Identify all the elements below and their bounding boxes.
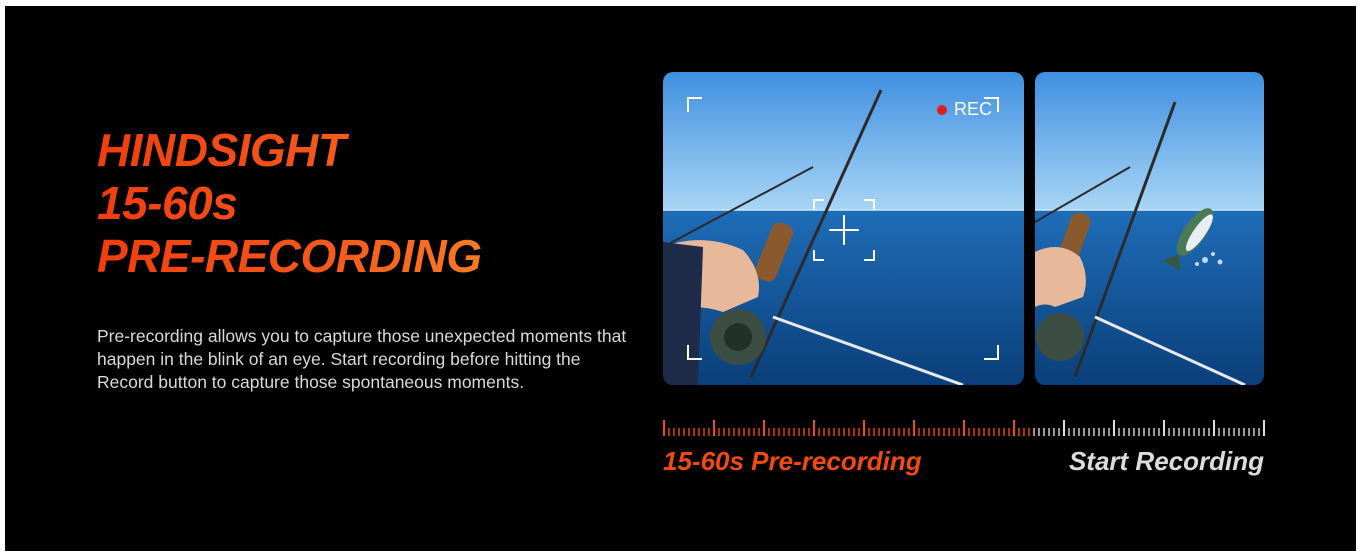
pre-recording-label: 15-60s Pre-recording — [663, 446, 922, 476]
rec-label: REC — [953, 99, 992, 119]
promo-banner: HINDSIGHT 15-60s PRE-RECORDING Pre-recor… — [5, 6, 1356, 551]
headline: HINDSIGHT 15-60s PRE-RECORDING — [97, 124, 482, 283]
recording-timeline — [663, 420, 1265, 436]
headline-line-2: 15-60s — [97, 177, 238, 229]
feature-description: Pre-recording allows you to capture thos… — [97, 326, 627, 392]
record-dot-icon — [936, 104, 947, 115]
headline-line-1: HINDSIGHT — [97, 124, 346, 176]
pre-recording-photo: REC — [663, 72, 1024, 385]
headline-line-3: PRE-RECORDING — [97, 230, 482, 282]
rec-indicator: REC — [936, 99, 992, 120]
start-recording-label: Start Recording — [1068, 446, 1264, 476]
start-recording-photo — [1035, 72, 1264, 385]
